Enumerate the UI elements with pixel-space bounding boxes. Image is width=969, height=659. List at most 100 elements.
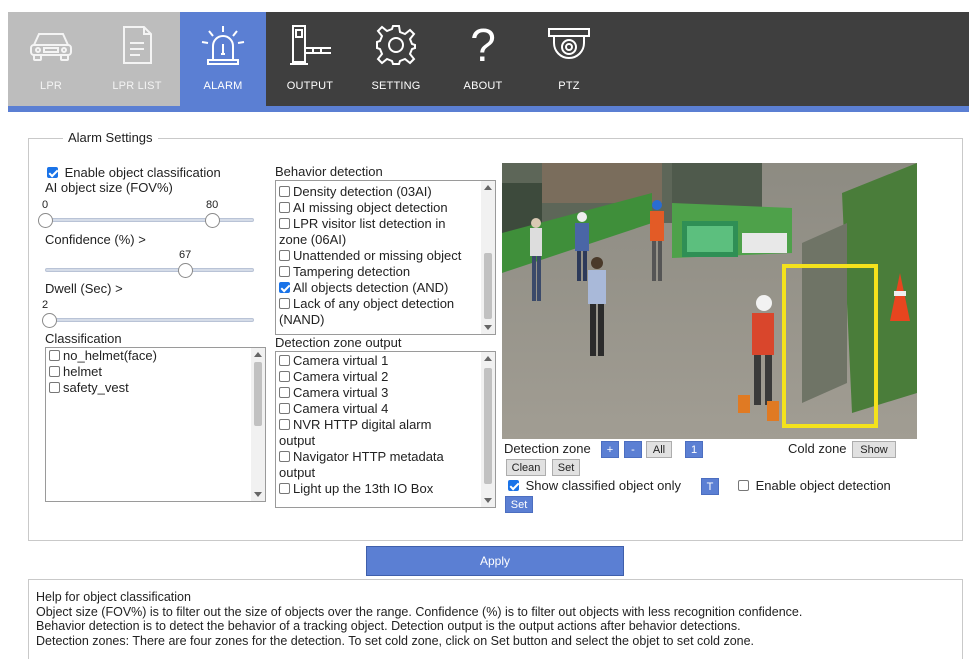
zone-output-list[interactable]: Camera virtual 1 Camera virtual 2 Camera…: [275, 351, 496, 508]
nav-lpr[interactable]: LPR: [8, 12, 94, 106]
enable-object-detection-checkbox[interactable]: [738, 480, 749, 491]
nav-output[interactable]: OUTPUT: [267, 12, 353, 106]
list-item[interactable]: All objects detection (AND): [276, 280, 495, 296]
confidence-value: 67: [179, 249, 192, 261]
checkbox[interactable]: [279, 387, 290, 398]
checkbox[interactable]: [279, 451, 290, 462]
object-size-low-thumb[interactable]: [38, 213, 53, 228]
enable-classification-label: Enable object classification: [64, 165, 221, 180]
zone-clean-button[interactable]: Clean: [506, 459, 546, 476]
zone-number-button[interactable]: 1: [685, 441, 703, 458]
ptz-camera-icon: [544, 20, 594, 70]
confidence-thumb[interactable]: [178, 263, 194, 278]
apply-button[interactable]: Apply: [366, 546, 624, 576]
nav-alarm[interactable]: ALARM: [180, 12, 266, 106]
enable-classification-option[interactable]: Enable object classification: [47, 165, 221, 180]
t-button[interactable]: T: [701, 478, 719, 495]
confidence-slider[interactable]: [45, 263, 254, 278]
nav-label: LPR LIST: [112, 80, 162, 92]
checkbox[interactable]: [49, 382, 60, 393]
checkbox[interactable]: [49, 366, 60, 377]
zone-set-button[interactable]: Set: [552, 459, 580, 476]
list-item[interactable]: safety_vest: [46, 380, 265, 396]
list-item[interactable]: Density detection (03AI): [276, 184, 495, 200]
checkbox[interactable]: [279, 483, 290, 494]
detection-zone-label: Detection zone: [504, 441, 591, 456]
dwell-label: Dwell (Sec) >: [45, 281, 123, 296]
classification-label: Classification: [45, 331, 122, 346]
list-item[interactable]: LPR visitor list detection in zone (06AI): [276, 216, 495, 248]
checkbox[interactable]: [279, 218, 290, 229]
list-item[interactable]: Camera virtual 3: [276, 385, 495, 401]
checkbox[interactable]: [49, 350, 60, 361]
help-line: Behavior detection is to detect the beha…: [36, 619, 741, 633]
checkbox[interactable]: [279, 403, 290, 414]
list-item[interactable]: Lack of any object detection (NAND): [276, 296, 495, 328]
document-list-icon: [112, 20, 162, 70]
show-classified-option[interactable]: Show classified object only: [508, 478, 681, 493]
zone-add-button[interactable]: +: [601, 441, 619, 458]
show-classified-checkbox[interactable]: [508, 480, 519, 491]
output-gate-icon: [285, 20, 335, 70]
list-item[interactable]: helmet: [46, 364, 265, 380]
camera-view[interactable]: [502, 163, 917, 439]
object-size-high-thumb[interactable]: [205, 213, 221, 228]
checkbox[interactable]: [279, 355, 290, 366]
list-item[interactable]: Camera virtual 1: [276, 353, 495, 369]
cold-zone-show-button[interactable]: Show: [852, 441, 896, 458]
nav-about[interactable]: ? ABOUT: [440, 12, 526, 106]
checkbox[interactable]: [279, 186, 290, 197]
dwell-slider[interactable]: [42, 313, 254, 328]
list-item[interactable]: Navigator HTTP metadata output: [276, 449, 495, 481]
object-size-slider[interactable]: [38, 213, 254, 228]
help-line: Object size (FOV%) is to filter out the …: [36, 604, 803, 619]
zone-all-button[interactable]: All: [646, 441, 672, 458]
object-size-max-value: 80: [206, 199, 219, 211]
list-item[interactable]: NVR HTTP digital alarm output: [276, 417, 495, 449]
zone-remove-button[interactable]: -: [624, 441, 642, 458]
checkbox[interactable]: [279, 266, 290, 277]
object-size-min-value: 0: [42, 199, 49, 211]
nav-setting[interactable]: SETTING: [353, 12, 439, 106]
nav-label: ALARM: [203, 80, 243, 92]
confidence-label: Confidence (%) >: [45, 232, 146, 247]
scrollbar[interactable]: [481, 352, 495, 507]
checkbox[interactable]: [279, 371, 290, 382]
nav-ptz[interactable]: PTZ: [526, 12, 612, 106]
checkbox[interactable]: [279, 282, 290, 293]
help-panel: Help for object classification Object si…: [28, 579, 963, 659]
checkbox[interactable]: [279, 419, 290, 430]
list-item[interactable]: Light up the 13th IO Box: [276, 481, 495, 497]
nav-lpr-list[interactable]: LPR LIST: [94, 12, 180, 106]
zone-output-label: Detection zone output: [275, 335, 402, 350]
help-line: Detection zones: There are four zones fo…: [36, 633, 755, 648]
list-item[interactable]: no_helmet(face): [46, 348, 265, 364]
cold-zone-label: Cold zone: [788, 441, 847, 456]
nav-label: SETTING: [371, 80, 421, 92]
list-item[interactable]: Camera virtual 4: [276, 401, 495, 417]
list-item[interactable]: Camera virtual 2: [276, 369, 495, 385]
checkbox[interactable]: [279, 202, 290, 213]
list-item[interactable]: Tampering detection: [276, 264, 495, 280]
dwell-thumb[interactable]: [42, 313, 58, 328]
behavior-detection-list[interactable]: Density detection (03AI) AI missing obje…: [275, 180, 496, 335]
car-icon: [26, 20, 76, 70]
top-nav-bar: LPR LPR LIST ALARM OUTPUT SETTING ? ABOU…: [8, 12, 969, 112]
object-detection-set-button[interactable]: Set: [505, 496, 533, 513]
question-icon: ?: [470, 19, 496, 71]
checkbox[interactable]: [279, 298, 290, 309]
nav-underline: [8, 106, 969, 112]
scrollbar[interactable]: [251, 348, 265, 501]
scrollbar[interactable]: [481, 181, 495, 334]
classification-list[interactable]: no_helmet(face) helmet safety_vest: [45, 347, 266, 502]
enable-object-detection-option[interactable]: Enable object detection: [738, 478, 891, 493]
nav-label: ABOUT: [463, 80, 503, 92]
checkbox[interactable]: [279, 250, 290, 261]
nav-label: PTZ: [558, 80, 580, 92]
alarm-light-icon: [198, 20, 248, 70]
nav-label: LPR: [40, 80, 62, 92]
panel-legend: Alarm Settings: [63, 130, 158, 145]
list-item[interactable]: Unattended or missing object: [276, 248, 495, 264]
list-item[interactable]: AI missing object detection: [276, 200, 495, 216]
enable-classification-checkbox[interactable]: [47, 167, 58, 178]
